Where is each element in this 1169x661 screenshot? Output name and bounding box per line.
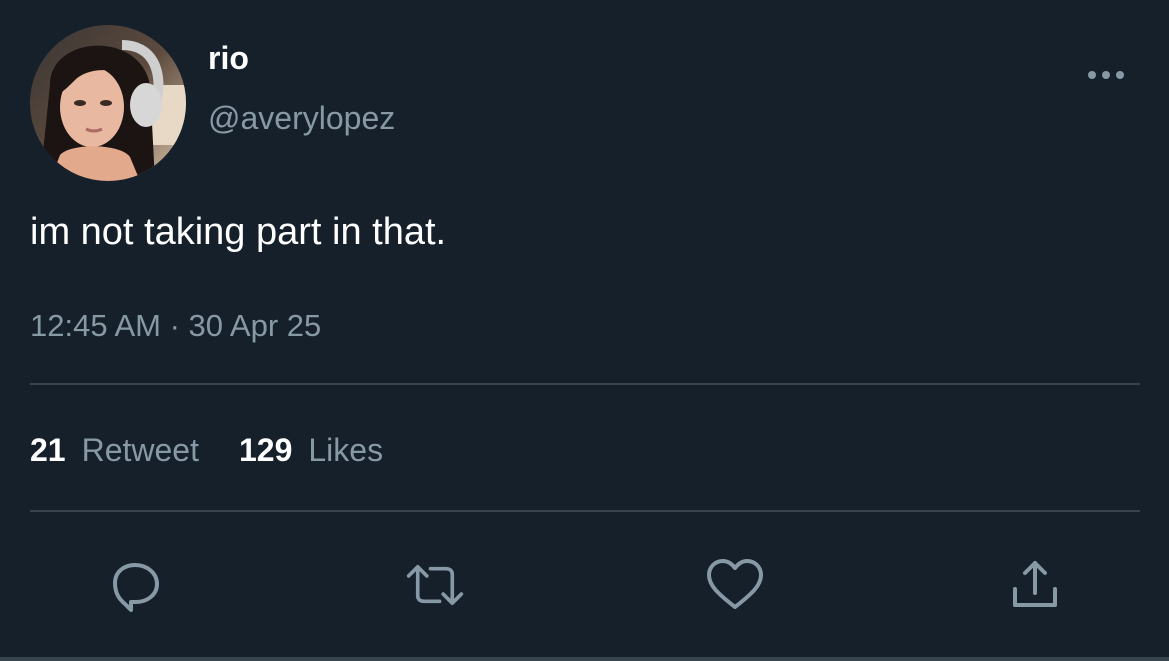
bottom-border (0, 657, 1169, 661)
divider (30, 383, 1140, 385)
more-horizontal-icon (1088, 71, 1124, 79)
like-button[interactable] (705, 555, 765, 615)
retweet-stat[interactable]: 21 Retweet (30, 430, 199, 470)
likes-label: Likes (308, 432, 384, 468)
tweet-stats: 21 Retweet 129 Likes (30, 430, 383, 470)
share-button[interactable] (1005, 555, 1065, 615)
retweet-arrows-icon (406, 564, 464, 605)
tweet-text: im not taking part in that. (30, 211, 447, 253)
heart-icon (707, 559, 763, 609)
tweet-timestamp[interactable]: 12:45 AM · 30 Apr 25 (30, 306, 321, 346)
retweet-label: Retweet (81, 432, 199, 468)
avatar-photo (30, 25, 186, 181)
display-name[interactable]: rio (208, 38, 249, 78)
more-options-button[interactable] (1084, 62, 1128, 88)
share-upload-icon (1013, 561, 1057, 607)
likes-count: 129 (238, 432, 293, 468)
divider (30, 510, 1140, 512)
retweet-button[interactable] (405, 555, 465, 615)
tweet-actions-bar (0, 555, 1169, 615)
avatar[interactable] (30, 25, 186, 181)
reply-button[interactable] (105, 555, 165, 615)
likes-stat[interactable]: 129 Likes (239, 430, 383, 470)
user-handle[interactable]: @averylopez (208, 98, 395, 138)
reply-bubble-icon (113, 563, 159, 612)
retweet-count: 21 (30, 432, 66, 468)
